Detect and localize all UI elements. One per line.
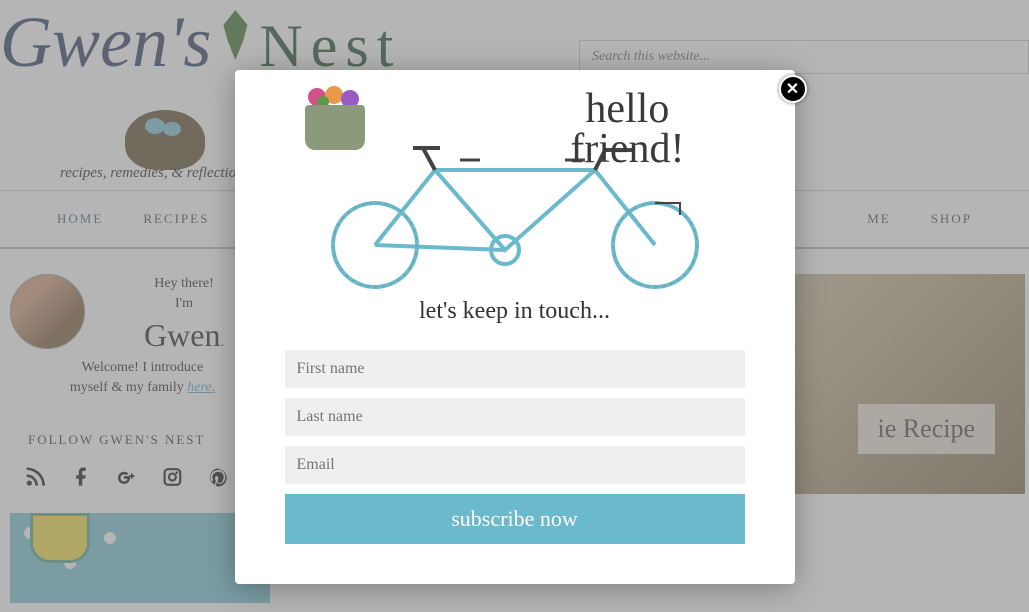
first-name-input[interactable] bbox=[285, 350, 745, 388]
close-button[interactable]: ✕ bbox=[779, 75, 807, 103]
hello-line1: hello bbox=[570, 90, 684, 130]
keep-in-touch-text: let's keep in touch... bbox=[285, 298, 745, 325]
modal-overlay[interactable]: ✕ hello friend! bbox=[0, 0, 1029, 612]
subscribe-button[interactable]: subscribe now bbox=[285, 494, 745, 544]
subscribe-modal: ✕ hello friend! bbox=[235, 70, 795, 584]
basket-icon bbox=[305, 105, 365, 150]
hello-line2: friend! bbox=[570, 130, 684, 170]
close-icon: ✕ bbox=[786, 79, 799, 99]
last-name-input[interactable] bbox=[285, 398, 745, 436]
modal-hero: hello friend! bbox=[285, 90, 745, 290]
email-input[interactable] bbox=[285, 446, 745, 484]
page-wrapper: Gwen's Nest recipes, remedies, & reflect… bbox=[0, 0, 1029, 612]
